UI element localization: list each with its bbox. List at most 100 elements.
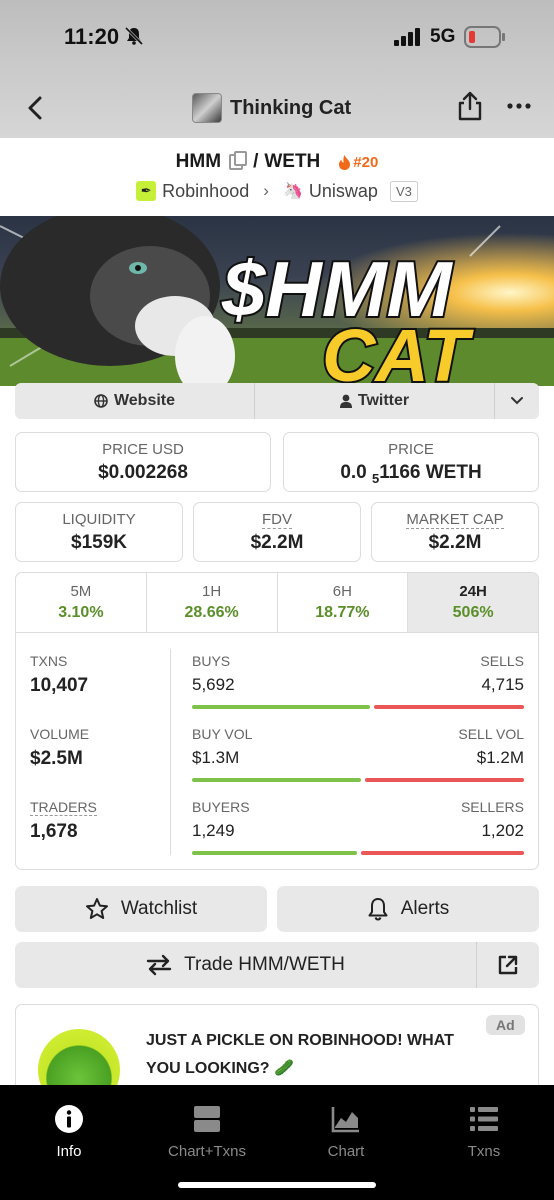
fdv-label: FDV (194, 511, 360, 529)
header-area: 11:20 5G Thinking Cat (0, 0, 554, 138)
tab-txns[interactable]: Txns (429, 1103, 539, 1160)
market-cap-value: $2.2M (428, 532, 482, 553)
home-indicator (178, 1182, 376, 1188)
split-icon (194, 1106, 220, 1132)
volume-row: VOLUME $2.5M BUY VOL SELL VOL $1.3M $1.2M (16, 726, 538, 796)
page-title: Thinking Cat (230, 96, 352, 119)
buys-sells-bar (192, 705, 524, 709)
copy-icon[interactable] (229, 151, 248, 170)
signal-icon (394, 28, 420, 46)
fdv-label-text: FDV (262, 511, 292, 529)
tab-1h-label: 1H (202, 583, 222, 600)
bell-icon (368, 898, 388, 921)
tab-1h[interactable]: 1H 28.66% (147, 573, 278, 632)
tab-txns-label: Txns (467, 1143, 501, 1160)
more-button[interactable] (504, 92, 534, 120)
tab-24h[interactable]: 24H 506% (408, 573, 538, 632)
nav-bar: Thinking Cat (0, 80, 554, 136)
chain-name[interactable]: Robinhood (162, 181, 249, 202)
buyers-bar (192, 851, 357, 855)
txns-value: 10,407 (30, 675, 89, 696)
price-usd-value: $0.002268 (98, 462, 188, 483)
star-icon (85, 898, 108, 919)
txns-label: TXNS (30, 653, 68, 669)
tab-24h-label: 24H (459, 583, 487, 600)
ad-badge: Ad (486, 1015, 525, 1035)
sell-vol-label: SELL VOL (458, 726, 524, 742)
dex-name[interactable]: Uniswap (309, 181, 378, 202)
alerts-button[interactable]: Alerts (277, 886, 539, 932)
stats-panel: 5M 3.10% 1H 28.66% 6H 18.77% 24H 506% TX… (15, 572, 539, 870)
rank-badge[interactable]: #20 (338, 154, 378, 171)
tab-chart-label: Chart (327, 1143, 365, 1160)
buyers-sellers-bar (192, 851, 524, 855)
version-badge: V3 (389, 180, 418, 202)
website-button[interactable]: Website (15, 383, 255, 419)
links-dropdown-button[interactable] (495, 383, 539, 419)
buyers-label: BUYERS (192, 799, 250, 815)
buyers-value: 1,249 (192, 821, 235, 840)
buys-bar (192, 705, 370, 709)
market-cap-card[interactable]: MARKET CAP $2.2M (371, 502, 539, 562)
tab-chart-txns[interactable]: Chart+Txns (152, 1103, 262, 1160)
traders-label[interactable]: TRADERS (30, 799, 97, 816)
tab-info[interactable]: Info (14, 1103, 124, 1160)
sellers-bar (361, 851, 524, 855)
tab-24h-change: 506% (452, 604, 494, 621)
chain-row: ✒ Robinhood › 🦄 Uniswap V3 (0, 178, 554, 204)
tab-info-label: Info (56, 1143, 82, 1160)
traders-label-text: TRADERS (30, 799, 97, 816)
external-link-button[interactable] (477, 942, 539, 988)
trade-button[interactable]: Trade HMM/WETH (15, 942, 477, 988)
twitter-label: Twitter (357, 392, 410, 409)
watchlist-button[interactable]: Watchlist (15, 886, 267, 932)
network-label: 5G (430, 26, 456, 47)
banner-artwork: $HMM CAT (0, 216, 554, 386)
sell-vol-value: $1.2M (476, 748, 524, 767)
quote-token: WETH (264, 151, 321, 172)
buy-vol-bar (192, 778, 361, 782)
price-native-card: PRICE 0.0 51166 WETH (283, 432, 539, 492)
trade-row: Trade HMM/WETH (15, 942, 539, 988)
tab-6h[interactable]: 6H 18.77% (278, 573, 409, 632)
volume-label: VOLUME (30, 726, 90, 742)
buy-vol-label: BUY VOL (192, 726, 253, 742)
price-native-prefix: 0.0 (340, 462, 367, 483)
tab-6h-change: 18.77% (315, 604, 370, 621)
traders-value: 1,678 (30, 821, 78, 842)
timeframe-tabs: 5M 3.10% 1H 28.66% 6H 18.77% 24H 506% (16, 573, 538, 633)
globe-icon (94, 394, 108, 408)
back-button[interactable] (20, 92, 52, 124)
pair-separator: / (253, 151, 259, 172)
external-link-icon (498, 955, 518, 975)
tab-5m[interactable]: 5M 3.10% (16, 573, 147, 632)
ad-text: JUST A PICKLE ON ROBINHOOD! WHAT YOU LOO… (146, 1032, 454, 1077)
price-usd-label: PRICE USD (102, 441, 184, 458)
swap-icon (146, 954, 172, 976)
tab-1h-change: 28.66% (184, 604, 239, 621)
tab-chart-txns-label: Chart+Txns (168, 1143, 246, 1160)
share-button[interactable] (456, 90, 484, 122)
chevron-down-icon (511, 397, 523, 405)
liquidity-value: $159K (71, 532, 127, 553)
sells-label: SELLS (480, 653, 524, 669)
txns-row: TXNS 10,407 BUYS SELLS 5,692 4,715 (16, 653, 538, 723)
banner-title-2: CAT (322, 314, 474, 386)
price-usd-card: PRICE USD $0.002268 (15, 432, 271, 492)
info-icon (55, 1105, 83, 1133)
robinhood-icon: ✒ (136, 181, 157, 201)
fdv-card[interactable]: FDV $2.2M (193, 502, 361, 562)
price-native-value: 0.0 51166 WETH (284, 462, 538, 486)
volume-value: $2.5M (30, 748, 83, 769)
nav-title-group: Thinking Cat (192, 92, 351, 124)
bell-off-icon (124, 26, 144, 46)
tab-chart[interactable]: Chart (291, 1103, 401, 1160)
market-cap-label-text: MARKET CAP (406, 511, 504, 529)
sell-vol-bar (365, 778, 524, 782)
twitter-button[interactable]: Twitter (255, 383, 495, 419)
tab-5m-change: 3.10% (58, 604, 104, 621)
price-native-label: PRICE (388, 441, 434, 458)
price-native-zeros: 5 (372, 471, 380, 486)
watchlist-label: Watchlist (120, 898, 198, 919)
liquidity-card: LIQUIDITY $159K (15, 502, 183, 562)
